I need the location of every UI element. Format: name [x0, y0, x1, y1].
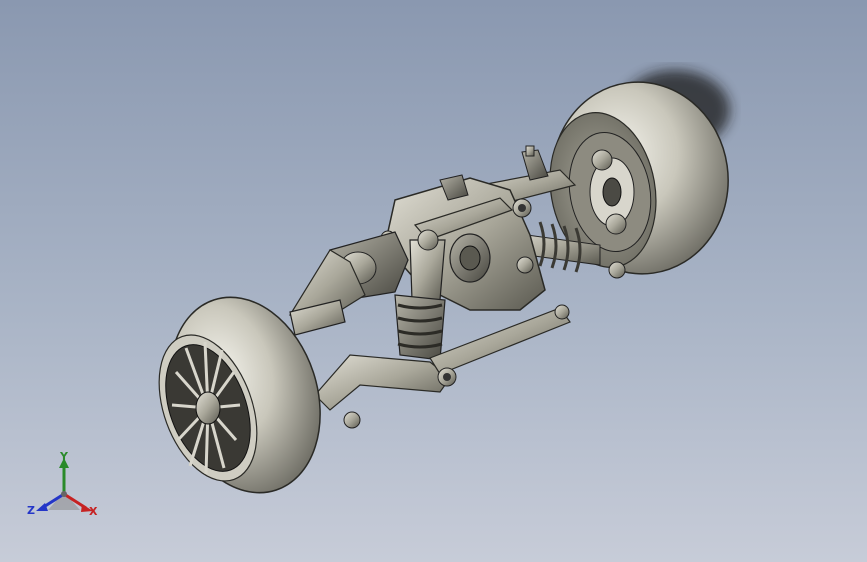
axis-z-label: Z [27, 504, 35, 517]
right-bolt [608, 261, 626, 279]
axis-y-label: Y [60, 450, 68, 463]
axis-x-label: X [89, 505, 98, 518]
left-hub-bolt [343, 411, 361, 429]
lower-link [429, 307, 571, 375]
coordinate-triad: Y Z X [22, 448, 108, 528]
lower-arm-left [314, 354, 451, 411]
suspension-model[interactable] [0, 0, 867, 562]
graphics-viewport[interactable]: Y Z X [0, 0, 867, 562]
